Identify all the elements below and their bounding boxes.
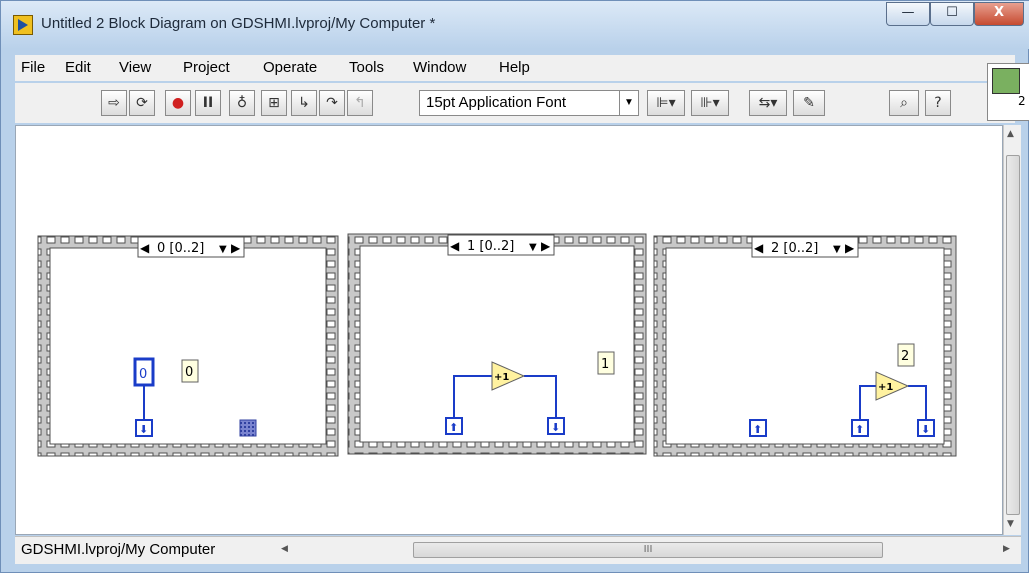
constant-value-2: 2 xyxy=(901,349,909,364)
scroll-left-icon[interactable]: ◀ xyxy=(281,544,288,554)
menu-operate[interactable]: Operate xyxy=(263,59,317,76)
highlight-execution-icon[interactable]: ♁ xyxy=(229,90,255,116)
search-icon[interactable]: ⌕ xyxy=(889,90,919,116)
pause-icon[interactable]: II xyxy=(195,90,221,116)
up-arrow-icon: ⬆ xyxy=(449,421,458,434)
frame-selector-label-2: 2 [0..2] xyxy=(771,241,818,256)
window-title: Untitled 2 Block Diagram on GDSHMI.lvpro… xyxy=(41,15,436,32)
up-arrow-icon: ⬆ xyxy=(753,423,762,436)
dropdown-arrow-icon[interactable]: ▼ xyxy=(529,242,537,253)
constant-value-0a: 0 xyxy=(139,367,147,382)
increment-label-2: +1 xyxy=(878,382,893,393)
menu-tools[interactable]: Tools xyxy=(349,59,384,76)
dropdown-arrow-icon[interactable]: ▼ xyxy=(219,244,227,255)
increment-arrow-icon[interactable]: ▶ xyxy=(541,239,551,253)
menu-edit[interactable]: Edit xyxy=(65,59,91,76)
vi-connector-number: 2 xyxy=(1018,94,1026,108)
labview-vi-icon xyxy=(13,15,33,35)
menu-window[interactable]: Window xyxy=(413,59,466,76)
increment-label-1: +1 xyxy=(494,372,509,383)
increment-arrow-icon[interactable]: ▶ xyxy=(231,241,241,255)
vi-icon xyxy=(992,68,1020,94)
vi-icon-pane[interactable]: 2 xyxy=(987,63,1029,121)
down-arrow-icon: ⬇ xyxy=(921,423,930,436)
frame-selector-label-1: 1 [0..2] xyxy=(467,239,514,254)
horizontal-scroll-thumb[interactable]: III xyxy=(413,542,883,558)
retain-wire-values-icon[interactable]: ⊞ xyxy=(261,90,287,116)
scroll-up-icon[interactable]: ▲ xyxy=(1007,129,1014,139)
horizontal-scrollbar[interactable]: ◀ III ▶ xyxy=(277,540,1015,560)
application-window: Untitled 2 Block Diagram on GDSHMI.lvpro… xyxy=(0,0,1029,573)
align-icon[interactable]: ⊫▾ xyxy=(647,90,685,116)
cleanup-diagram-icon[interactable]: ✎ xyxy=(793,90,825,116)
menu-file[interactable]: File xyxy=(21,59,45,76)
sequence-frame-0[interactable]: ◀ 0 [0..2] ▼ ▶ 0 0 ⬇ xyxy=(37,235,339,457)
up-arrow-icon: ⬆ xyxy=(855,423,864,436)
sequence-frame-2[interactable]: ◀ 2 [0..2] ▼ ▶ 2 +1 ⬆ ⬆ ⬇ xyxy=(653,235,957,457)
vertical-scrollbar[interactable]: ▲ ▼ xyxy=(1003,125,1021,535)
font-select[interactable]: 15pt Application Font ▼ xyxy=(419,90,639,116)
decrement-arrow-icon[interactable]: ◀ xyxy=(754,241,764,255)
menu-view[interactable]: View xyxy=(119,59,151,76)
constant-value-1: 1 xyxy=(601,357,609,372)
sequence-frame-1[interactable]: ◀ 1 [0..2] ▼ ▶ 1 +1 ⬆ ⬇ xyxy=(347,233,647,455)
chevron-down-icon: ▼ xyxy=(619,91,638,115)
menu-bar: File Edit View Project Operate Tools Win… xyxy=(15,55,1015,81)
decrement-arrow-icon[interactable]: ◀ xyxy=(140,241,150,255)
scroll-down-icon[interactable]: ▼ xyxy=(1007,519,1014,529)
down-arrow-icon: ⬇ xyxy=(551,421,560,434)
minimize-button[interactable]: — xyxy=(886,2,930,26)
block-diagram-canvas[interactable]: ◀ 0 [0..2] ▼ ▶ 0 0 ⬇ ◀ 1 [0..2] ▼ ▶ 1 +1… xyxy=(15,125,1003,535)
dropdown-arrow-icon[interactable]: ▼ xyxy=(833,244,841,255)
frame-selector-label-0: 0 [0..2] xyxy=(157,241,204,256)
sequence-local-tunnel[interactable] xyxy=(239,419,257,437)
decrement-arrow-icon[interactable]: ◀ xyxy=(450,239,460,253)
constant-value-0b: 0 xyxy=(185,365,193,380)
help-icon[interactable]: ? xyxy=(925,90,951,116)
increment-arrow-icon[interactable]: ▶ xyxy=(845,241,855,255)
scroll-right-icon[interactable]: ▶ xyxy=(1003,544,1010,554)
distribute-icon[interactable]: ⊪▾ xyxy=(691,90,729,116)
menu-help[interactable]: Help xyxy=(499,59,530,76)
step-over-icon[interactable]: ↷ xyxy=(319,90,345,116)
down-arrow-icon: ⬇ xyxy=(139,423,148,436)
toolbar: ⇨ ⟳ ● II ♁ ⊞ ↳ ↷ ↰ 15pt Application Font… xyxy=(15,83,1015,123)
maximize-button[interactable]: ☐ xyxy=(930,2,974,26)
project-context-label: GDSHMI.lvproj/My Computer xyxy=(21,541,216,558)
vertical-scroll-thumb[interactable] xyxy=(1006,155,1020,515)
run-continuous-icon[interactable]: ⟳ xyxy=(129,90,155,116)
reorder-icon[interactable]: ⇆▾ xyxy=(749,90,787,116)
abort-icon[interactable]: ● xyxy=(165,90,191,116)
step-into-icon[interactable]: ↳ xyxy=(291,90,317,116)
run-arrow-icon[interactable]: ⇨ xyxy=(101,90,127,116)
status-bar: GDSHMI.lvproj/My Computer ◀ III ▶ xyxy=(15,536,1021,564)
title-bar[interactable]: Untitled 2 Block Diagram on GDSHMI.lvpro… xyxy=(1,1,1029,49)
close-button[interactable]: X xyxy=(974,2,1024,26)
step-out-icon[interactable]: ↰ xyxy=(347,90,373,116)
menu-project[interactable]: Project xyxy=(183,59,230,76)
